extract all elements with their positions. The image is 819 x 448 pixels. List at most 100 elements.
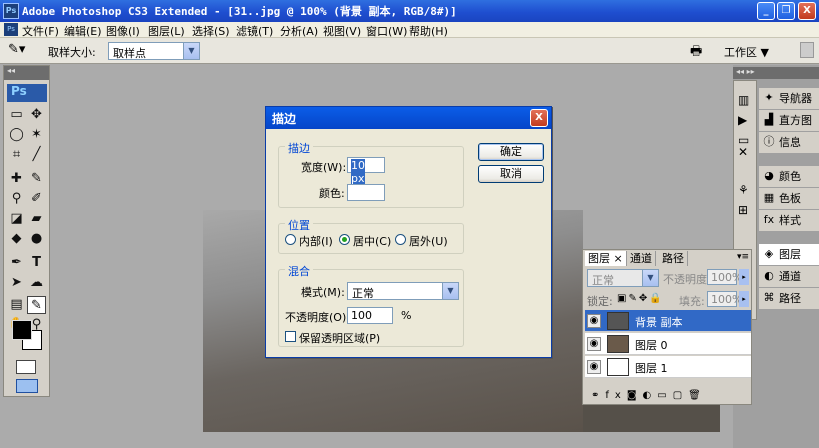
foreground-color-front[interactable] <box>12 320 32 340</box>
menu-select[interactable]: 选择(S) <box>192 23 230 39</box>
fill-slider-arrow[interactable]: ▸ <box>739 291 749 307</box>
menu-image[interactable]: 图像(I) <box>106 23 140 39</box>
marquee-tool-icon[interactable]: ▭ <box>7 106 26 124</box>
mode-select[interactable]: 正常 ▼ <box>347 282 459 300</box>
layer-footer-buttons[interactable]: ⚭fx◙◐▭▢🗑 <box>591 390 707 401</box>
layer-row[interactable]: ◉ 图层 1 <box>585 356 751 378</box>
shape-tool-icon[interactable]: ☁ <box>27 274 46 292</box>
pen-tool-icon[interactable]: ✒ <box>7 254 26 272</box>
minimize-button[interactable]: _ <box>757 2 775 20</box>
panel-histogram[interactable]: ▟ 直方图 <box>759 110 819 131</box>
menu-layer[interactable]: 图层(L) <box>148 23 185 39</box>
lock-icons[interactable]: ▣✎✥🔒 <box>617 293 664 304</box>
inside-radio[interactable] <box>285 234 296 245</box>
gradient-tool-icon[interactable]: ▰ <box>27 210 46 228</box>
tab-layers[interactable]: 图层 × <box>585 251 627 266</box>
width-label: 宽度(W): <box>301 161 347 174</box>
slice-tool-icon[interactable]: ╱ <box>27 146 46 164</box>
inside-label: 内部(I) <box>299 235 333 248</box>
menu-edit[interactable]: 编辑(E) <box>64 23 102 39</box>
panel-paths[interactable]: ⌘ 路径 <box>759 288 819 309</box>
styles-icon: fx <box>763 213 775 226</box>
tools-preset-icon[interactable]: ✕ <box>738 145 748 159</box>
layers-icon: ◈ <box>764 247 774 260</box>
menu-help[interactable]: 帮助(H) <box>409 23 448 39</box>
magic-wand-icon[interactable]: ✶ <box>27 126 46 144</box>
position-group-label: 位置 <box>285 217 313 233</box>
fill-input[interactable]: 100% <box>707 291 742 307</box>
eraser-tool-icon[interactable]: ◪ <box>7 210 26 228</box>
restore-button[interactable]: ❐ <box>777 2 795 20</box>
swatches-icon: ▦ <box>763 191 775 204</box>
close-button[interactable]: X <box>798 2 816 20</box>
stroke-color-swatch[interactable] <box>347 184 385 201</box>
clone-stamp-icon[interactable]: ⚲ <box>7 190 26 208</box>
eyedropper-tool-icon[interactable]: ✎ <box>27 296 46 314</box>
quick-mask-icon[interactable] <box>16 360 36 374</box>
blend-mode-select[interactable]: 正常 ▼ <box>587 269 659 287</box>
menu-window[interactable]: 窗口(W) <box>366 23 407 39</box>
eyedropper-icon[interactable]: ✎▾ <box>8 42 25 57</box>
healing-brush-icon[interactable]: ✚ <box>7 170 26 188</box>
history-brush-icon[interactable]: ✐ <box>27 190 46 208</box>
actions-icon[interactable]: ▶ <box>738 113 747 127</box>
menu-file[interactable]: 文件(F) <box>22 23 59 39</box>
crop-tool-icon[interactable]: ⌗ <box>7 146 26 164</box>
chevron-down-icon: ▼ <box>442 283 458 299</box>
menu-filter[interactable]: 滤镜(T) <box>236 23 273 39</box>
panel-menu-icon[interactable]: ▾≡ <box>737 252 749 262</box>
opacity-input[interactable]: 100 <box>347 307 393 324</box>
panel-info[interactable]: ⓘ 信息 <box>759 132 819 153</box>
ok-button[interactable]: 确定 <box>478 143 544 161</box>
panel-navigator[interactable]: ✦ 导航器 <box>759 88 819 109</box>
ps-menu-icon[interactable]: Ps <box>4 23 18 36</box>
color-label: 颜色: <box>319 187 345 200</box>
panel-styles[interactable]: fx 样式 <box>759 210 819 231</box>
tab-paths[interactable]: 路径 <box>659 251 688 266</box>
sample-size-value: 取样点 <box>113 47 146 60</box>
visibility-eye-icon[interactable]: ◉ <box>587 337 601 351</box>
layer-row[interactable]: ◉ 背景 副本 <box>585 310 751 332</box>
sample-size-select[interactable]: 取样点 ▼ <box>108 42 200 60</box>
opacity-slider-arrow[interactable]: ▸ <box>739 269 749 285</box>
center-radio[interactable] <box>339 234 350 245</box>
blend-group-label: 混合 <box>285 263 313 279</box>
path-select-icon[interactable]: ➤ <box>7 274 26 292</box>
layer-name: 图层 0 <box>635 339 668 352</box>
dodge-tool-icon[interactable]: ● <box>27 230 46 248</box>
panel-layers[interactable]: ◈ 图层 <box>759 244 819 265</box>
width-input[interactable]: 10 px <box>347 157 385 185</box>
brush-tool-icon[interactable]: ✎ <box>27 170 46 188</box>
layer-row[interactable]: ◉ 图层 0 <box>585 333 751 355</box>
panel-color[interactable]: ◕ 颜色 <box>759 166 819 187</box>
opacity-value: 100 <box>351 309 372 322</box>
panel-swatches[interactable]: ▦ 色板 <box>759 188 819 209</box>
panel-channels[interactable]: ◐ 通道 <box>759 266 819 287</box>
lasso-tool-icon[interactable]: ◯ <box>7 126 26 144</box>
fill-label: 填充: <box>679 295 705 308</box>
workspace-button[interactable]: 工作区 ▼ <box>724 44 769 60</box>
move-tool-icon[interactable]: ✥ <box>27 106 46 124</box>
palette-well-icon[interactable] <box>800 42 814 58</box>
outside-radio[interactable] <box>395 234 406 245</box>
menu-analysis[interactable]: 分析(A) <box>280 23 318 39</box>
menu-view[interactable]: 视图(V) <box>323 23 361 39</box>
blur-tool-icon[interactable]: ◆ <box>7 230 26 248</box>
clone-source-icon[interactable]: ⊞ <box>738 203 748 217</box>
screen-mode-icon[interactable] <box>16 379 38 393</box>
preserve-transparency-checkbox[interactable] <box>285 331 296 342</box>
chevron-down-icon: ▼ <box>642 270 658 286</box>
notes-tool-icon[interactable]: ▤ <box>7 296 26 314</box>
print-icon[interactable]: 🖶 <box>690 42 702 64</box>
tab-channels[interactable]: 通道 <box>627 251 656 266</box>
visibility-eye-icon[interactable]: ◉ <box>587 314 601 328</box>
cancel-button[interactable]: 取消 <box>478 165 544 183</box>
history-icon[interactable]: ▥ <box>738 93 749 107</box>
chevron-down-icon: ▼ <box>183 43 199 59</box>
type-tool-icon[interactable]: T <box>27 254 46 272</box>
visibility-eye-icon[interactable]: ◉ <box>587 360 601 374</box>
brushes-icon[interactable]: ⚘ <box>738 183 749 197</box>
mode-label: 模式(M): <box>301 286 345 299</box>
dialog-close-button[interactable]: X <box>530 109 548 127</box>
layer-opacity-input[interactable]: 100% <box>707 269 742 285</box>
